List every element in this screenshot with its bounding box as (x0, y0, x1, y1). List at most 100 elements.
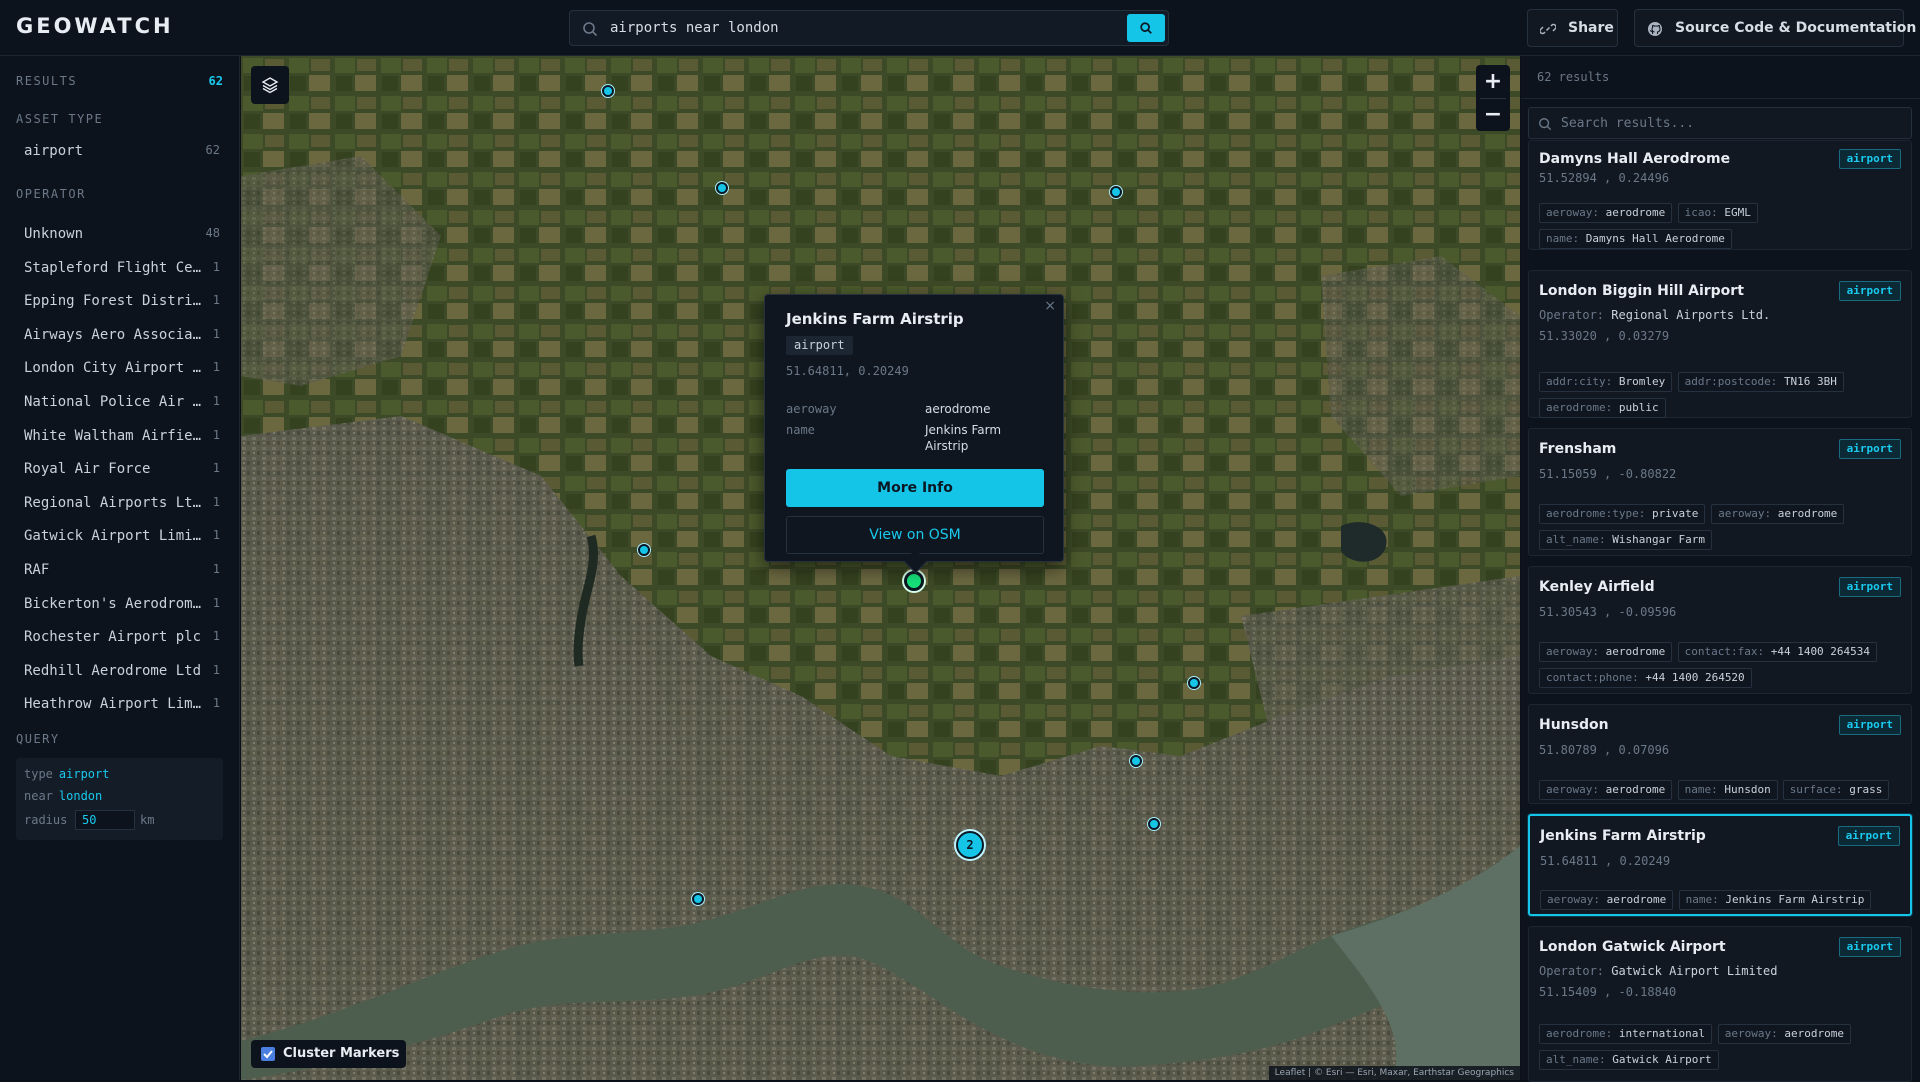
zoom-out-button[interactable]: − (1476, 98, 1510, 131)
map-marker[interactable] (692, 893, 704, 905)
result-tag-chip: aerodrome: public (1539, 398, 1666, 418)
view-on-osm-button[interactable]: View on OSM (786, 516, 1044, 554)
result-card-selected[interactable]: Jenkins Farm Airstrip airport 51.64811 , 0… (1528, 814, 1912, 916)
chip-key: surface: (1789, 783, 1843, 796)
result-tag-chip: icao: EGML (1677, 203, 1758, 223)
chip-value: private (1651, 507, 1699, 520)
map-marker[interactable] (716, 182, 728, 194)
operator-item[interactable]: Rochester Airport plc 1 (24, 629, 220, 649)
operator-key: Operator: (1539, 308, 1605, 322)
more-info-button[interactable]: More Info (786, 469, 1044, 507)
chip-value: +44 1400 264534 (1770, 645, 1871, 658)
result-tag-chip: aeroway: aerodrome (1539, 780, 1673, 800)
map-view[interactable]: + − 2 Jenkins Farm Airstrip × airport 51… (241, 56, 1520, 1080)
popup-close-icon[interactable]: × (1044, 298, 1056, 314)
radius-input[interactable]: 50 (75, 810, 135, 830)
chip-key: alt_name: (1546, 533, 1606, 546)
operator-name: Redhill Aerodrome Ltd (24, 662, 202, 679)
popup-key-name: name (786, 423, 815, 437)
operator-count: 1 (212, 562, 220, 576)
operator-name: Regional Airports Ltd. (24, 494, 208, 511)
cluster-markers-label: Cluster Markers (283, 1046, 400, 1061)
map-marker[interactable] (1130, 755, 1142, 767)
top-bar: GEOWATCH airports near london Share Sour… (0, 0, 1920, 56)
result-tag-chip: contact:phone: +44 1400 264520 (1539, 668, 1752, 688)
operator-name: National Police Air Service (24, 394, 208, 410)
chip-value: public (1618, 401, 1659, 414)
layers-button[interactable] (251, 66, 289, 104)
result-type-badge: airport (1838, 715, 1901, 735)
operator-item[interactable]: National Police Air Service 1 (24, 394, 220, 414)
search-input[interactable]: airports near london (610, 20, 779, 36)
results-count-label: 62 results (1537, 70, 1610, 84)
chip-value: aerodrome (1777, 507, 1838, 520)
cluster-markers-checkbox[interactable] (261, 1047, 275, 1061)
search-bar[interactable]: airports near london (569, 10, 1169, 46)
chip-value: TN16 3BH (1783, 375, 1837, 388)
selected-map-marker[interactable] (904, 571, 924, 591)
operator-item[interactable]: Stapleford Flight Centre 1 (24, 260, 220, 280)
operator-item[interactable]: Royal Air Force 1 (24, 461, 220, 481)
map-marker[interactable] (1110, 186, 1122, 198)
result-title: Damyns Hall Aerodrome (1539, 151, 1731, 167)
operator-item[interactable]: White Waltham Airfield Ltd 1 (24, 428, 220, 448)
source-code-button[interactable]: Source Code & Documentation (1634, 9, 1916, 47)
operator-item[interactable]: Regional Airports Ltd. 1 (24, 495, 220, 515)
result-title: Hunsdon (1539, 717, 1609, 733)
query-heading: QUERY (16, 732, 60, 746)
query-type-value: airport (58, 767, 110, 781)
results-divider (1521, 98, 1920, 99)
operator-item[interactable]: Unknown 48 (24, 226, 220, 246)
chip-key: aerodrome: (1546, 1027, 1613, 1040)
operator-heading: OPERATOR (16, 187, 86, 201)
operator-item[interactable]: Epping Forest District Council 1 (24, 293, 220, 313)
chip-value: aerodrome (1784, 1027, 1845, 1040)
operator-item[interactable]: Heathrow Airport Limited 1 (24, 696, 220, 716)
result-tag-chip: name: Damyns Hall Aerodrome (1539, 229, 1732, 249)
result-card[interactable]: London Biggin Hill Airport airport Operato… (1528, 270, 1912, 418)
results-search-input[interactable]: Search results... (1561, 116, 1694, 131)
map-marker[interactable] (1148, 818, 1160, 830)
chip-value: EGML (1724, 206, 1751, 219)
operator-item[interactable]: London City Airport Limited 1 (24, 360, 220, 380)
popup-type-tag: airport (786, 336, 853, 355)
result-coordinates: 51.15409 , -0.18840 (1539, 985, 1677, 999)
map-marker[interactable] (1188, 677, 1200, 689)
operator-item[interactable]: Airways Aero Associations 1 (24, 327, 220, 347)
chip-key: aeroway: (1718, 507, 1772, 520)
zoom-in-button[interactable]: + (1476, 65, 1510, 98)
result-card[interactable]: Damyns Hall Aerodrome airport 51.52894 , 0… (1528, 140, 1912, 250)
operator-item[interactable]: Redhill Aerodrome Ltd 1 (24, 663, 220, 683)
results-search-field[interactable]: Search results... (1528, 107, 1912, 139)
chip-key: name: (1546, 232, 1580, 245)
result-tag-chip: addr:postcode: TN16 3BH (1677, 372, 1844, 392)
search-icon (583, 22, 598, 37)
map-marker[interactable] (638, 544, 650, 556)
cluster-markers-toggle[interactable]: Cluster Markers (251, 1040, 406, 1068)
asset-type-item-airport[interactable]: airport 62 (24, 143, 220, 163)
share-button[interactable]: Share (1527, 9, 1618, 47)
chip-key: contact:phone: (1546, 671, 1639, 684)
popup-coordinates: 51.64811, 0.20249 (786, 364, 909, 378)
app-logo: GEOWATCH (16, 14, 174, 38)
search-submit-button[interactable] (1127, 14, 1165, 42)
operator-count: 1 (212, 629, 220, 644)
marker-cluster[interactable]: 2 (956, 831, 984, 859)
operator-item[interactable]: RAF 1 (24, 562, 220, 582)
result-card[interactable]: Hunsdon airport 51.80789 , 0.07096 aeroway:… (1528, 704, 1912, 804)
map-attribution[interactable]: Leaflet | © Esri — Esri, Maxar, Earthsta… (1268, 1066, 1520, 1080)
chip-value: Wishangar Farm (1612, 533, 1705, 546)
result-title: Frensham (1539, 441, 1617, 457)
operator-key: Operator: (1539, 964, 1605, 978)
result-card[interactable]: Frensham airport 51.15059 , -0.80822 aerodr… (1528, 428, 1912, 556)
query-box: type airport near london radius 50 km (16, 758, 223, 840)
result-operator: Operator: Gatwick Airport Limited (1539, 964, 1777, 978)
map-marker[interactable] (602, 85, 614, 97)
operator-value: Gatwick Airport Limited (1611, 964, 1778, 978)
result-tag-chip: surface: grass (1782, 780, 1890, 800)
operator-item[interactable]: Bickerton's Aerodromes Ltd 1 (24, 596, 220, 616)
operator-item[interactable]: Gatwick Airport Limited 1 (24, 528, 220, 548)
share-label: Share (1568, 20, 1614, 36)
result-card[interactable]: London Gatwick Airport airport Operator: G… (1528, 926, 1912, 1082)
result-card[interactable]: Kenley Airfield airport 51.30543 , -0.0959… (1528, 566, 1912, 694)
